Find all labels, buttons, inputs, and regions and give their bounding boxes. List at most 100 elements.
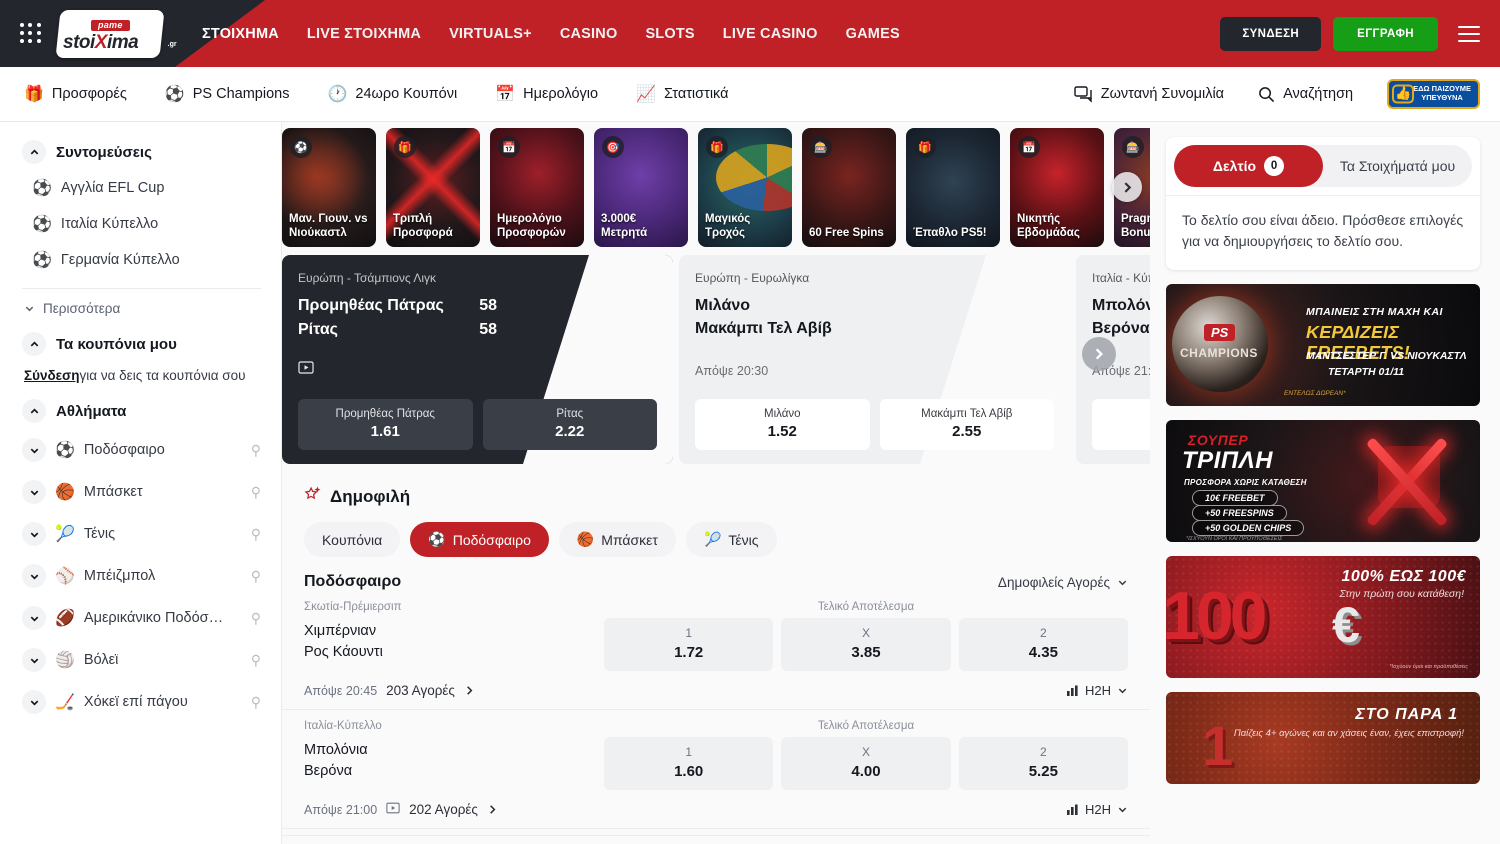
tab-koyponia[interactable]: Κουπόνια [304,522,400,557]
promo-tile-epathlo-ps5[interactable]: 🎁 Έπαθλο PS5! [906,128,1000,247]
main-nav: ΣΤΟΙΧΗΜΑ LIVE ΣΤΟΙΧΗΜΑ VIRTUALS+ CASINO … [202,26,900,42]
pin-icon[interactable]: ⚲ [251,526,261,543]
apps-grid-icon[interactable] [20,23,42,45]
odd-button-1[interactable]: 1 1.60 [604,737,773,790]
search-button[interactable]: Αναζήτηση [1258,86,1353,103]
tab-betslip[interactable]: Δελτίο 0 [1174,145,1323,187]
chevron-down-icon[interactable] [22,690,46,714]
event-markets-count[interactable]: 202 Αγορές [409,802,478,817]
sidebar-more-button[interactable]: Περισσότερα [22,295,261,322]
sidebar-shortcut-italia-kypello[interactable]: ⚽ Ιταλία Κύπελλο [22,206,261,242]
promo-tile-60-free-spins[interactable]: 🎰 60 Free Spins [802,128,896,247]
tab-my-bets[interactable]: Τα Στοιχήματά μου [1323,145,1472,187]
betslip-count-badge: 0 [1264,156,1284,176]
subnav-item-statistika[interactable]: 📈 Στατιστικά [636,84,728,104]
sidebar-item-volei[interactable]: 🏐 Βόλεϊ ⚲ [22,639,261,681]
sidebar-section-sports[interactable]: Αθλήματα [22,399,261,423]
side-banner-ps-champions[interactable]: PS CHAMPIONS ΜΠΑΙΝΕΙΣ ΣΤΗ ΜΑΧΗ ΚΑΙ ΚΕΡΔΙ… [1166,284,1480,406]
featured-match-card[interactable]: Ευρώπη - Τσάμπιονς Λιγκ Προμηθέας Πάτρας… [282,255,673,464]
chevron-down-icon[interactable] [22,606,46,630]
chevron-down-icon[interactable] [22,564,46,588]
promo-tile-imerologio-prosforwn[interactable]: 📅 Ημερολόγιο Προσφορών [490,128,584,247]
tab-mpasket[interactable]: 🏀 Μπάσκετ [559,522,676,557]
event-h2h-button[interactable]: H2H [1067,683,1128,698]
odd-button[interactable]: Προμηθέας Πάτρας 1.61 [298,399,473,450]
sidebar-item-amerikaniko-podosfairo[interactable]: 🏈 Αμερικάνικο Ποδόσ… ⚲ [22,597,261,639]
sidebar-item-tenis[interactable]: 🎾 Τένις ⚲ [22,513,261,555]
nav-item-live-stoixima[interactable]: LIVE ΣΤΟΙΧΗΜΑ [307,26,421,42]
promo-carousel-next-button[interactable] [1112,172,1142,202]
tab-tenis[interactable]: 🎾 Τένις [686,522,777,557]
odd-button[interactable]: Μιλάνο 1.52 [695,399,870,450]
promo-tile-3000-metrita[interactable]: 🎯 3.000€ Μετρητά [594,128,688,247]
coupons-login-link[interactable]: Σύνδεση [24,368,80,383]
event-markets-count[interactable]: 203 Αγορές [386,683,455,698]
subnav-item-ps-champions[interactable]: ⚽ PS Champions [165,84,290,104]
odd-button-x[interactable]: X 3.85 [781,618,950,671]
event-row[interactable]: Ιταλία-Κύπελλο Μπολόνια Βερόνα Τελικό Απ… [282,710,1150,829]
event-row-partial[interactable] [282,829,1150,836]
subnav-item-24wro-koyponi[interactable]: 🕐 24ωρο Κουπόνι [327,84,457,104]
promo-tile-magikos-troxos[interactable]: 🎁 Μαγικός Τροχός [698,128,792,247]
sidebar-section-shortcuts[interactable]: Συντομεύσεις [22,140,261,164]
side-banner-welcome-100[interactable]: 100 € 100% ΕΩΣ 100€ Στην πρώτη σου κατάθ… [1166,556,1480,678]
odd-button-1[interactable]: 1 1.72 [604,618,773,671]
pin-icon[interactable]: ⚲ [251,610,261,627]
matches-carousel-next-button[interactable] [1082,337,1116,371]
subnav-item-imerologio[interactable]: 📅 Ημερολόγιο [495,84,598,104]
event-h2h-button[interactable]: H2H [1067,802,1128,817]
sidebar-shortcut-efl-cup[interactable]: ⚽ Αγγλία EFL Cup [22,170,261,206]
event-top: Ιταλία-Κύπελλο Μπολόνια Βερόνα Τελικό Απ… [304,720,1128,790]
odd-button-2[interactable]: 2 4.35 [959,618,1128,671]
odd-button[interactable]: Μακάμπι Τελ Αβίβ 2.55 [880,399,1055,450]
markets-selector[interactable]: Δημοφιλείς Αγορές [998,575,1128,590]
nav-item-stoixima[interactable]: ΣΤΟΙΧΗΜΑ [202,26,279,42]
odd-button-x[interactable]: X 4.00 [781,737,950,790]
pin-icon[interactable]: ⚲ [251,568,261,585]
sidebar-item-podosfairo[interactable]: ⚽ Ποδόσφαιρο ⚲ [22,429,261,471]
odd-button[interactable]: 1 1.6 [1092,399,1150,450]
nav-item-casino[interactable]: CASINO [560,26,618,42]
odd-button-2[interactable]: 2 5.25 [959,737,1128,790]
sidebar-item-mpasket[interactable]: 🏀 Μπάσκετ ⚲ [22,471,261,513]
pin-icon[interactable]: ⚲ [251,484,261,501]
register-button[interactable]: ΕΓΓΡΑΦΗ [1333,17,1438,51]
sidebar-item-xokei-epi-pagou[interactable]: 🏒 Χόκεϊ επί πάγου ⚲ [22,681,261,723]
tab-podosfairo[interactable]: ⚽ Ποδόσφαιρο [410,522,549,557]
chevron-down-icon[interactable] [22,522,46,546]
chevron-down-icon[interactable] [22,648,46,672]
nav-item-virtuals[interactable]: VIRTUALS+ [449,26,532,42]
odd-button[interactable]: Ρίτας 2.22 [483,399,658,450]
side-banner-sto-para-1[interactable]: 1 ΣΤΟ ΠΑΡΑ 1 Παίζεις 4+ αγώνες και αν χά… [1166,692,1480,784]
subnav-label: Ημερολόγιο [523,86,598,102]
pin-icon[interactable]: ⚲ [251,652,261,669]
login-button[interactable]: ΣΥΝΔΕΣΗ [1220,17,1321,51]
sidebar-shortcut-germania-kypello[interactable]: ⚽ Γερμανία Κύπελλο [22,242,261,278]
side-banner-souper-tripli[interactable]: ΣΟΥΠΕΡ ΤΡΙΠΛΗ ΠΡΟΣΦΟΡΑ ΧΩΡΙΣ ΚΑΤΑΘΕΣΗ 10… [1166,420,1480,542]
event-row[interactable]: Σκωτία-Πρέμιερσιπ Χιμπέρνιαν Ρος Κάουντι… [282,591,1150,710]
sport-label: Ποδόσφαιρο [84,442,165,458]
shortcut-label: Αγγλία EFL Cup [61,180,164,196]
pin-icon[interactable]: ⚲ [251,442,261,459]
sidebar-item-mpeizmpol[interactable]: ⚾ Μπέιζμπολ ⚲ [22,555,261,597]
live-chat-button[interactable]: Ζωντανή Συνομιλία [1074,86,1224,103]
subnav-item-prosfores[interactable]: 🎁 Προσφορές [24,84,127,104]
promo-tile-tripli-prosfora[interactable]: 🎁 Τριπλή Προσφορά [386,128,480,247]
live-stream-icon[interactable] [386,802,400,817]
featured-match-card[interactable]: Ευρώπη - Ευρωλίγκα Μιλάνο Μακάμπι Τελ Αβ… [679,255,1070,464]
responsible-gaming-badge[interactable]: ΕΔΩ ΠΑΙΖΟΥΜΕ ΥΠΕΥΘΥΝΑ [1387,79,1480,108]
banner-pill-goldenchips: +50 GOLDEN CHIPS [1192,520,1304,536]
sidebar-section-my-coupons[interactable]: Τα κουπόνια μου [22,332,261,356]
nav-item-games[interactable]: GAMES [846,26,900,42]
pin-icon[interactable]: ⚲ [251,694,261,711]
nav-item-live-casino[interactable]: LIVE CASINO [723,26,818,42]
chevron-down-icon[interactable] [22,438,46,462]
live-stream-icon[interactable] [298,361,657,377]
promo-tile-ps-champions[interactable]: ⚽ Μαν. Γιουν. vs Νιούκαστλ [282,128,376,247]
site-logo[interactable]: pame stoiXima .gr [55,10,164,58]
hamburger-menu-icon[interactable] [1458,26,1480,42]
chevron-down-icon[interactable] [22,480,46,504]
promo-tile-nikitis-evdomadas[interactable]: 📅 Νικητής Εβδομάδας [1010,128,1104,247]
banner-line2: Παίζεις 4+ αγώνες και αν χάσεις έναν, έχ… [1234,728,1464,741]
nav-item-slots[interactable]: SLOTS [645,26,694,42]
